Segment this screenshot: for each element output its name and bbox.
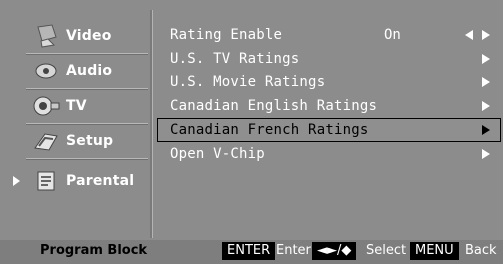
sidebar-item-label: Setup	[66, 133, 114, 149]
menu-row-label: Canadian French Ratings	[170, 122, 369, 138]
menu-row-canadian-english-ratings[interactable]: Canadian English Ratings	[158, 95, 500, 117]
sidebar-item-label: Parental	[66, 173, 135, 189]
right-arrow-icon[interactable]	[482, 54, 490, 64]
menu-row-open-v-chip[interactable]: Open V-Chip	[158, 143, 500, 165]
select-label: Select	[366, 243, 407, 258]
pane-divider	[150, 10, 152, 238]
video-icon	[28, 23, 64, 49]
menu-row-us-movie-ratings[interactable]: U.S. Movie Ratings	[158, 71, 500, 93]
menu-row-label: Open V-Chip	[170, 146, 265, 162]
menu-row-label: Rating Enable	[170, 27, 283, 43]
sidebar-item-tv[interactable]: TV	[10, 89, 149, 123]
menu-row-label: U.S. TV Ratings	[170, 51, 300, 67]
sidebar-item-audio[interactable]: Audio	[10, 54, 149, 88]
right-arrow-icon[interactable]	[482, 77, 490, 87]
audio-icon	[28, 58, 64, 84]
right-arrow-icon[interactable]	[482, 30, 490, 40]
footer-bar: Program Block ENTER Enter ◄►/◆ Select ME…	[0, 240, 503, 264]
parental-menu: Rating Enable On U.S. TV Ratings U.S. Mo…	[157, 10, 501, 238]
tv-icon	[28, 93, 64, 119]
menu-row-value: On	[384, 27, 401, 43]
tv-osd-screen: Video Audio TV Setup Parental Rating Ena…	[0, 0, 503, 264]
enter-label: Enter	[276, 243, 311, 258]
menu-row-label: Canadian English Ratings	[170, 98, 378, 114]
sidebar-item-setup[interactable]: Setup	[10, 124, 149, 158]
menu-row-us-tv-ratings[interactable]: U.S. TV Ratings	[158, 48, 500, 70]
sidebar-item-label: TV	[66, 98, 87, 114]
sidebar-item-label: Video	[66, 28, 112, 44]
menu-frame: Video Audio TV Setup Parental Rating Ena…	[0, 0, 503, 240]
sidebar-item-parental[interactable]: Parental	[10, 164, 149, 198]
right-arrow-icon[interactable]	[482, 101, 490, 111]
sidebar: Video Audio TV Setup Parental	[10, 10, 149, 236]
menu-key[interactable]: MENU	[410, 242, 459, 260]
enter-key[interactable]: ENTER	[222, 242, 276, 260]
menu-row-label: U.S. Movie Ratings	[170, 74, 326, 90]
setup-icon	[28, 128, 64, 154]
sidebar-item-video[interactable]: Video	[10, 19, 149, 53]
sidebar-item-label: Audio	[66, 63, 113, 79]
select-key[interactable]: ◄►/◆	[312, 242, 357, 260]
menu-row-rating-enable[interactable]: Rating Enable On	[158, 24, 500, 46]
left-arrow-icon[interactable]	[465, 30, 473, 40]
footer-title: Program Block	[40, 243, 148, 258]
parental-icon	[28, 168, 64, 194]
back-label: Back	[465, 243, 497, 258]
right-arrow-icon[interactable]	[482, 125, 490, 135]
sidebar-separator	[26, 158, 148, 159]
menu-row-canadian-french-ratings[interactable]: Canadian French Ratings	[157, 118, 501, 142]
right-arrow-icon[interactable]	[482, 149, 490, 159]
